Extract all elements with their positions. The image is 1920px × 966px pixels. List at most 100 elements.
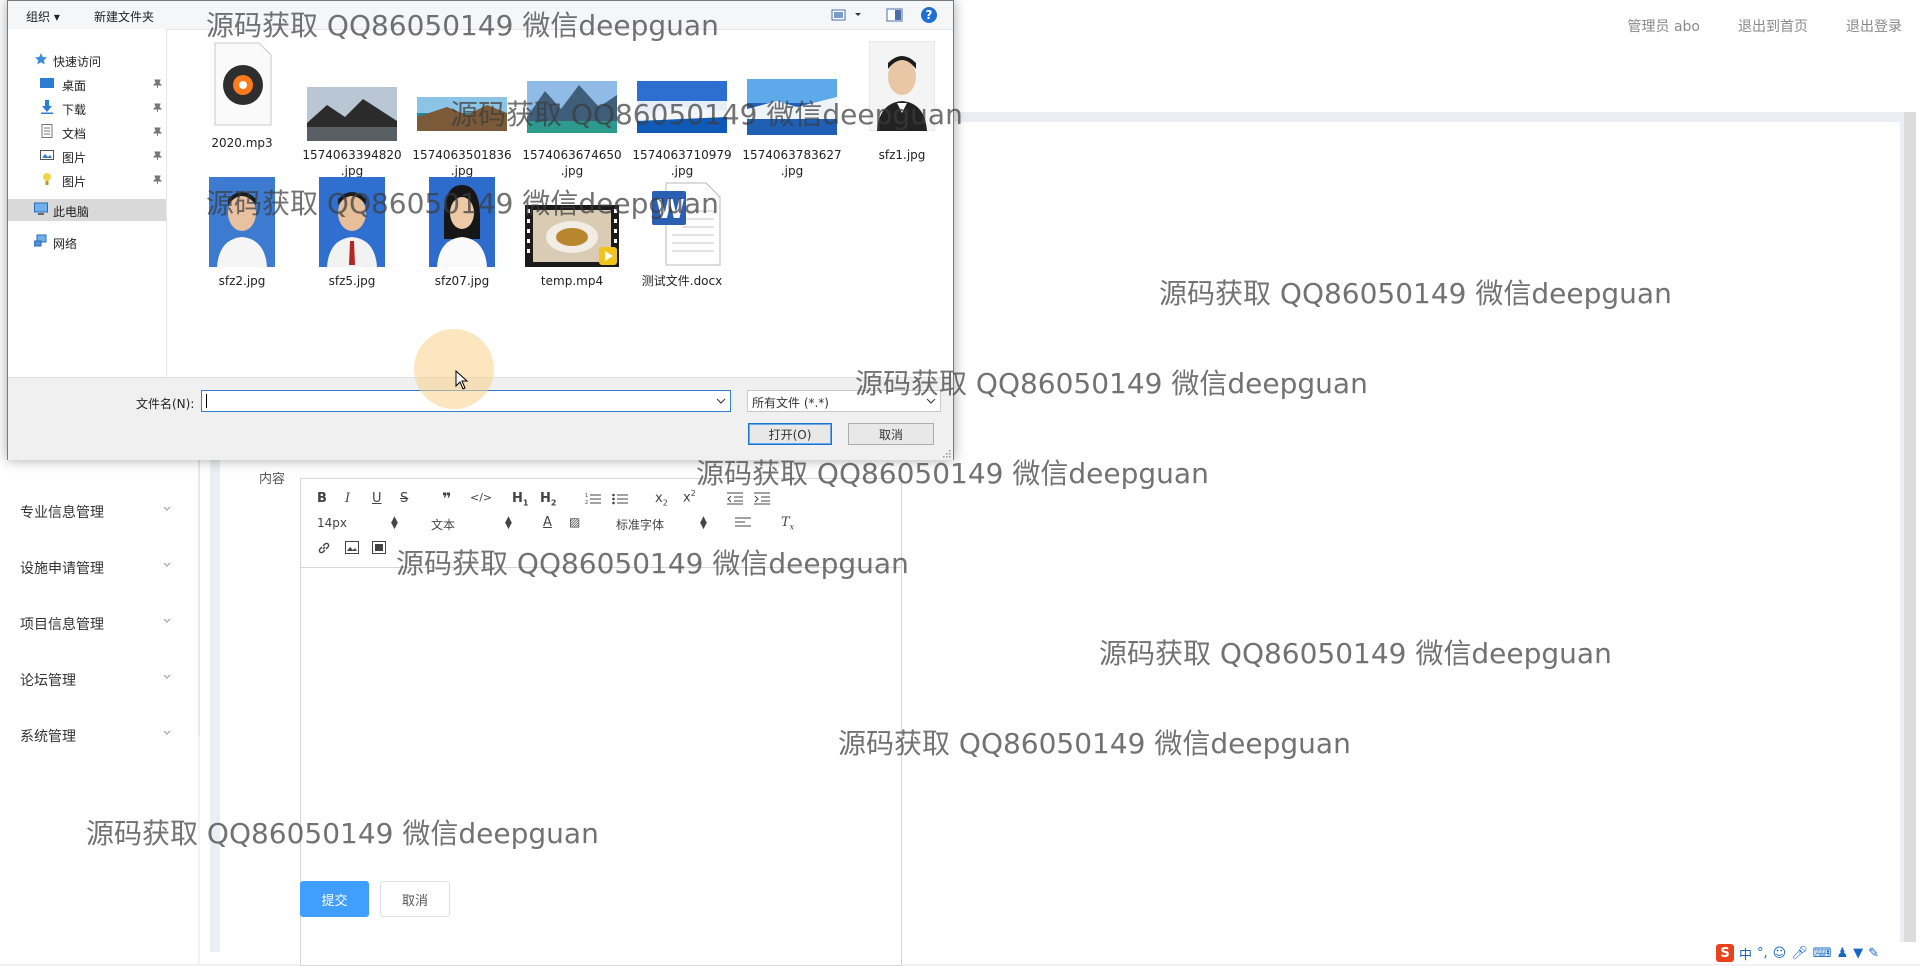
font-color-button[interactable]: A xyxy=(543,515,552,530)
nav-label: 图片 xyxy=(62,175,87,189)
submit-button[interactable]: 提交 xyxy=(300,881,369,917)
nav-label: 下载 xyxy=(62,103,87,117)
sidebar-item-forum[interactable]: 论坛管理 xyxy=(0,658,198,702)
nav-documents[interactable]: 文档 xyxy=(8,121,166,143)
indent-icon[interactable] xyxy=(754,492,770,505)
italic-button[interactable]: I xyxy=(345,491,350,506)
microphone-icon[interactable]: 🎤︎ xyxy=(1791,946,1808,961)
portrait-thumbnail xyxy=(869,41,935,131)
file-item[interactable]: sfz07.jpg xyxy=(412,177,512,289)
chevron-down-icon xyxy=(163,674,171,679)
dialog-cancel-button[interactable]: 取消 xyxy=(848,423,934,445)
skin-icon[interactable]: ▼ xyxy=(1853,946,1863,961)
download-icon xyxy=(41,100,53,114)
nav-label: 文档 xyxy=(62,127,87,141)
image-icon[interactable] xyxy=(345,541,359,554)
select-arrows-icon: ▲ ▼ xyxy=(505,515,512,531)
sidebar-item-label: 专业信息管理 xyxy=(20,505,104,521)
link-icon[interactable] xyxy=(317,541,331,555)
file-type-filter[interactable]: 所有文件 (*.*) xyxy=(747,390,941,412)
nav-desktop[interactable]: 桌面 xyxy=(8,73,166,95)
video-thumbnail xyxy=(525,205,619,267)
nav-downloads[interactable]: 下载 xyxy=(8,97,166,119)
page-scrollbar[interactable] xyxy=(1904,112,1916,964)
font-family-select[interactable]: 标准字体 ▲ ▼ xyxy=(616,516,707,533)
file-item[interactable]: sfz1.jpg xyxy=(852,41,952,162)
background-color-button[interactable]: ▨ xyxy=(569,515,580,529)
preview-pane-icon[interactable] xyxy=(884,5,906,25)
user-icon[interactable]: ♟ xyxy=(1837,946,1849,961)
paragraph-select[interactable]: 文本 ▲ ▼ xyxy=(431,516,513,533)
file-item[interactable]: 2020.mp3 xyxy=(192,41,292,151)
file-name: 1574063674650 xyxy=(522,148,622,162)
sogou-logo-icon[interactable]: S xyxy=(1716,944,1734,962)
sidebar-item-major[interactable]: 专业信息管理 xyxy=(0,490,198,534)
change-view-icon[interactable] xyxy=(830,5,866,25)
video-icon[interactable] xyxy=(372,541,386,554)
nav-quick-access[interactable]: 快速访问 xyxy=(8,49,166,71)
file-item[interactable]: sfz2.jpg xyxy=(192,177,292,289)
image-thumbnail xyxy=(747,79,837,135)
underline-button[interactable]: U xyxy=(372,491,382,506)
paragraph-value: 文本 xyxy=(431,518,456,532)
emoji-icon[interactable]: ☺ xyxy=(1773,946,1787,961)
align-icon[interactable] xyxy=(735,517,751,529)
blockquote-button[interactable]: ❞ xyxy=(442,489,451,508)
file-item[interactable]: 1574063783627 .jpg xyxy=(742,41,842,178)
file-name: 1574063783627 xyxy=(742,148,842,162)
admin-user-link[interactable]: 管理员 abo xyxy=(1628,16,1700,36)
chevron-down-icon xyxy=(163,562,171,567)
sidebar-item-project[interactable]: 项目信息管理 xyxy=(0,602,198,646)
mouse-cursor-icon xyxy=(455,370,469,390)
organize-button[interactable]: 组织 ▾ xyxy=(26,8,60,25)
sidebar-item-label: 项目信息管理 xyxy=(20,617,104,633)
bold-button[interactable]: B xyxy=(317,491,327,506)
bullet-list-icon[interactable] xyxy=(612,492,628,505)
file-name: 1574063710979 xyxy=(632,148,732,162)
file-item[interactable]: sfz5.jpg xyxy=(302,177,402,289)
outdent-icon[interactable] xyxy=(727,492,743,505)
open-button[interactable]: 打开(O) xyxy=(748,423,832,445)
ime-chinese-mode[interactable]: 中 xyxy=(1739,944,1752,963)
file-name: sfz5.jpg xyxy=(328,274,376,288)
new-folder-button[interactable]: 新建文件夹 xyxy=(94,8,154,25)
superscript-button[interactable]: x2 xyxy=(683,489,696,505)
chevron-down-icon[interactable] xyxy=(716,397,726,405)
logout-link[interactable]: 退出登录 xyxy=(1846,16,1902,36)
image-thumbnail xyxy=(527,81,617,133)
pictures-icon xyxy=(40,150,54,160)
font-size-select[interactable]: 14px ▲ ▼ xyxy=(317,516,399,531)
nav-network[interactable]: 网络 xyxy=(8,231,166,253)
file-item[interactable]: temp.mp4 xyxy=(522,177,622,289)
file-name: 1574063501836 xyxy=(412,148,512,162)
strikethrough-button[interactable]: S xyxy=(400,491,408,506)
nav-this-pc[interactable]: 此电脑 xyxy=(8,199,166,221)
ime-punctuation-mode[interactable]: °, xyxy=(1757,946,1768,961)
sidebar-item-facility[interactable]: 设施申请管理 xyxy=(0,546,198,590)
keyboard-icon[interactable]: ⌨ xyxy=(1813,946,1832,961)
sidebar-item-system[interactable]: 系统管理 xyxy=(0,714,198,758)
nav-pictures-folder[interactable]: 图片 xyxy=(8,169,166,191)
subscript-button[interactable]: x2 xyxy=(655,491,668,508)
file-item[interactable]: 1574063394820 .jpg xyxy=(302,41,402,178)
file-item[interactable]: 1574063674650 .jpg xyxy=(522,41,622,178)
cancel-button[interactable]: 取消 xyxy=(380,881,450,917)
back-to-home-link[interactable]: 退出到首页 xyxy=(1738,16,1808,36)
nav-label: 此电脑 xyxy=(53,205,90,219)
image-thumbnail xyxy=(307,87,397,141)
file-item[interactable]: W 测试文件.docx xyxy=(632,177,732,289)
image-thumbnail xyxy=(637,81,727,133)
file-item[interactable]: 1574063501836 .jpg xyxy=(412,41,512,178)
dialog-toolbar: 组织 ▾ 新建文件夹 ? xyxy=(8,1,953,30)
ordered-list-icon[interactable]: 12 xyxy=(585,492,601,505)
resize-grip-icon[interactable] xyxy=(941,448,951,458)
clear-format-button[interactable]: Tx xyxy=(781,515,794,532)
help-icon[interactable]: ? xyxy=(918,5,940,25)
pin-icon xyxy=(153,79,162,88)
heading1-button[interactable]: H1 xyxy=(512,491,528,508)
file-item[interactable]: 1574063710979 .jpg xyxy=(632,41,732,178)
nav-pictures[interactable]: 图片 xyxy=(8,145,166,167)
heading2-button[interactable]: H2 xyxy=(540,491,556,508)
settings-icon[interactable]: ✎ xyxy=(1868,946,1879,961)
code-block-button[interactable]: </> xyxy=(470,491,492,504)
